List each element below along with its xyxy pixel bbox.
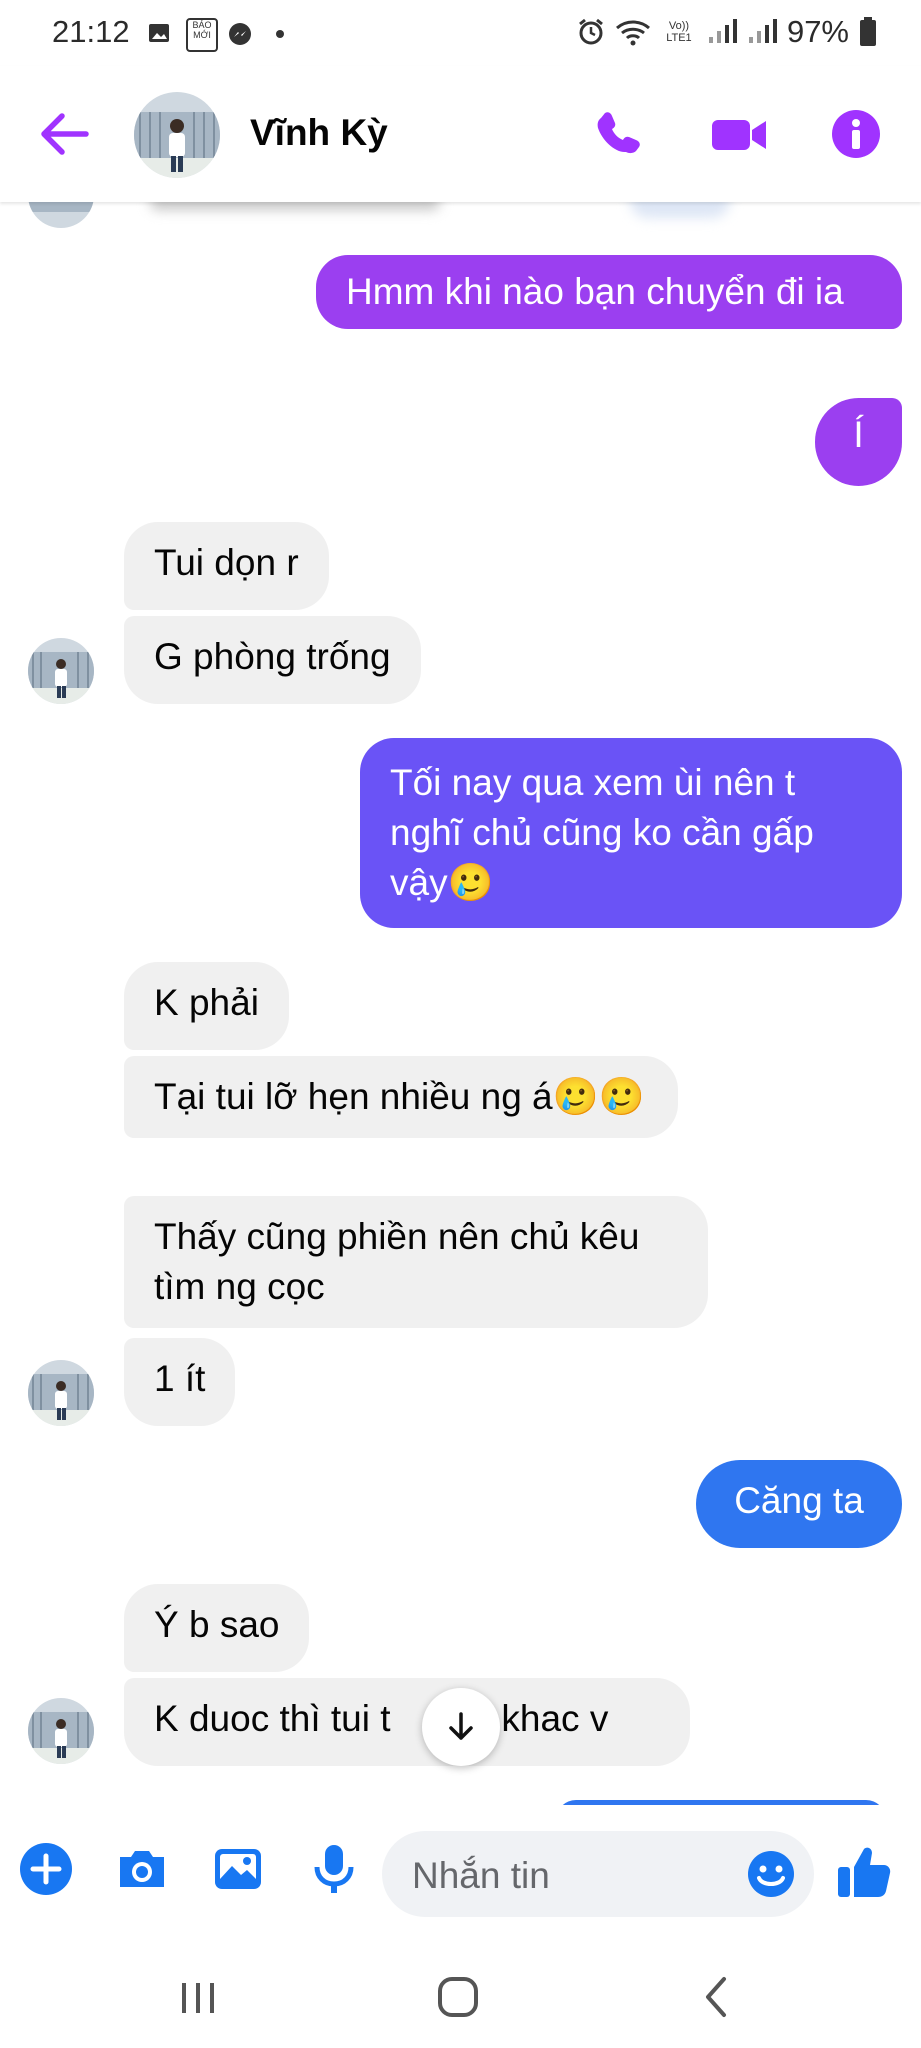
recent-apps-button[interactable] — [176, 1975, 220, 2019]
status-right: Vo)) LTE1 97% — [577, 14, 877, 50]
system-nav-bar — [0, 1945, 921, 2048]
message-input-placeholder: Nhắn tin — [412, 1855, 550, 1896]
network-label: Vo)) LTE1 — [666, 20, 692, 44]
voice-call-button[interactable] — [594, 108, 646, 160]
system-back-button[interactable] — [696, 1973, 736, 2021]
back-button[interactable] — [38, 112, 90, 156]
more-actions-button[interactable] — [18, 1841, 74, 1897]
emoji-button[interactable] — [746, 1849, 796, 1899]
message-bubble-incoming[interactable]: G phòng trống — [124, 616, 421, 704]
like-button[interactable] — [834, 1841, 894, 1901]
chevron-left-icon — [706, 1977, 726, 2017]
message-bubble-incoming[interactable]: Thấy cũng phiền nên chủ kêu tìm ng cọc — [124, 1196, 708, 1328]
voice-message-button[interactable] — [306, 1841, 362, 1897]
plus-circle-icon — [20, 1843, 72, 1895]
more-notifications-dot — [276, 30, 284, 38]
contact-avatar-small — [28, 638, 94, 704]
battery-icon — [860, 17, 876, 46]
message-bubble-outgoing[interactable]: Í — [815, 398, 902, 486]
message-bubble-outgoing[interactable]: Tối nay qua xem ùi nên t nghĩ chủ cũng k… — [360, 738, 902, 928]
status-bar: 21:12 BÁO MỚI Vo)) LTE1 97% — [0, 0, 921, 66]
back-arrow-icon — [41, 113, 89, 155]
home-icon — [438, 1977, 478, 2017]
contact-avatar-small — [28, 1360, 94, 1426]
video-call-button[interactable] — [710, 108, 770, 160]
obscured-message-2 — [630, 202, 730, 218]
scroll-to-bottom-button[interactable] — [422, 1688, 500, 1766]
battery-percent: 97% — [786, 14, 849, 49]
message-bubble-outgoing[interactable]: Hmm khi nào bạn chuyển đi ia — [316, 255, 902, 329]
message-bubble-outgoing[interactable]: Căng ta — [696, 1460, 902, 1548]
gallery-notification-icon — [148, 22, 170, 44]
message-list[interactable]: Hmm khi nào bạn chuyển đi ia Í Tui dọn r… — [0, 202, 921, 1805]
contact-name[interactable]: Vĩnh Kỳ — [250, 112, 388, 154]
contact-avatar-small — [28, 202, 94, 228]
obscured-message — [150, 202, 440, 210]
gallery-button[interactable] — [210, 1841, 266, 1897]
alarm-icon — [579, 18, 603, 45]
thumbs-up-icon — [838, 1847, 891, 1897]
home-button[interactable] — [434, 1973, 482, 2021]
signal-icon-2 — [748, 19, 777, 43]
contact-avatar-small — [28, 1698, 94, 1764]
camera-button[interactable] — [114, 1841, 170, 1897]
recent-apps-icon — [182, 1983, 214, 2013]
info-icon — [832, 110, 880, 158]
baomoi-app-icon: BÁO MỚI — [186, 18, 218, 52]
messenger-notification-icon — [228, 22, 251, 45]
arrow-down-icon — [449, 1712, 473, 1740]
message-bubble-incoming[interactable]: K duoc thì tui tg khac v — [124, 1678, 690, 1766]
phone-icon — [597, 112, 640, 154]
message-bubble-incoming[interactable]: 1 ít — [124, 1338, 236, 1426]
signal-icon — [708, 19, 737, 43]
message-bubble-incoming[interactable]: Tại tui lỡ hẹn nhiều ng á🥲🥲 — [124, 1056, 678, 1138]
status-time: 21:12 — [52, 14, 130, 49]
message-bubble-incoming[interactable]: K phải — [124, 962, 289, 1050]
message-text-part: K duoc thì tui t — [154, 1698, 391, 1739]
message-bubble-incoming[interactable]: Tui dọn r — [124, 522, 329, 610]
chat-header: Vĩnh Kỳ — [0, 66, 921, 202]
info-button[interactable] — [830, 108, 882, 160]
camera-icon — [120, 1851, 164, 1887]
microphone-icon — [314, 1845, 354, 1893]
contact-avatar[interactable] — [134, 92, 220, 178]
wifi-icon — [615, 20, 650, 46]
message-bubble-incoming[interactable]: Ý b sao — [124, 1584, 310, 1672]
emoji-icon — [748, 1851, 794, 1897]
video-camera-icon — [712, 120, 766, 150]
composer-bar: Nhắn tin — [0, 1805, 921, 1945]
image-icon — [215, 1849, 261, 1889]
